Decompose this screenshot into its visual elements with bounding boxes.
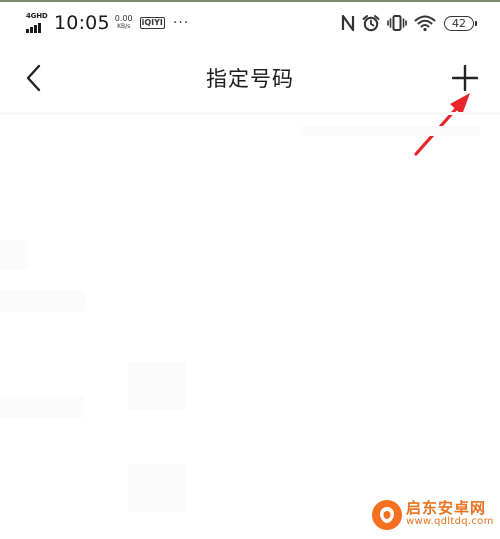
placeholder-block [128,464,186,512]
more-notifications-icon: ··· [172,15,190,31]
status-time: 10:05 [54,12,110,34]
watermark-url: www.qdltdq.com [406,516,494,527]
speed-unit: KB/s [117,23,131,30]
alarm-icon [362,15,380,32]
vibrate-icon [387,15,407,31]
placeholder-block [300,126,480,136]
placeholder-block [128,362,186,410]
status-bar: 4GHD 10:05 0.00 KB/s iQIYI ··· 42 [0,2,500,42]
iqiyi-icon: iQIYI [139,17,165,29]
placeholder-block [0,112,500,115]
status-bar-left: 4GHD 10:05 0.00 KB/s iQIYI ··· [26,11,189,35]
watermark: 启东安卓网 www.qdltdq.com [372,497,494,533]
placeholder-block [0,290,85,312]
placeholder-block [0,396,84,418]
status-bar-right: 42 [334,12,477,34]
network-type: 4GHD [26,12,48,20]
network-speed: 0.00 KB/s [115,15,133,31]
cellular-signal-icon: 4GHD [26,12,48,34]
battery-icon: 42 [444,15,477,31]
nfc-icon [341,14,355,32]
placeholder-block [0,240,28,270]
wifi-icon [414,15,436,32]
battery-level: 42 [452,16,466,30]
speed-value: 0.00 [114,14,133,23]
watermark-logo-icon [372,500,402,530]
content-area [0,112,500,539]
watermark-name: 启东安卓网 [406,499,487,517]
